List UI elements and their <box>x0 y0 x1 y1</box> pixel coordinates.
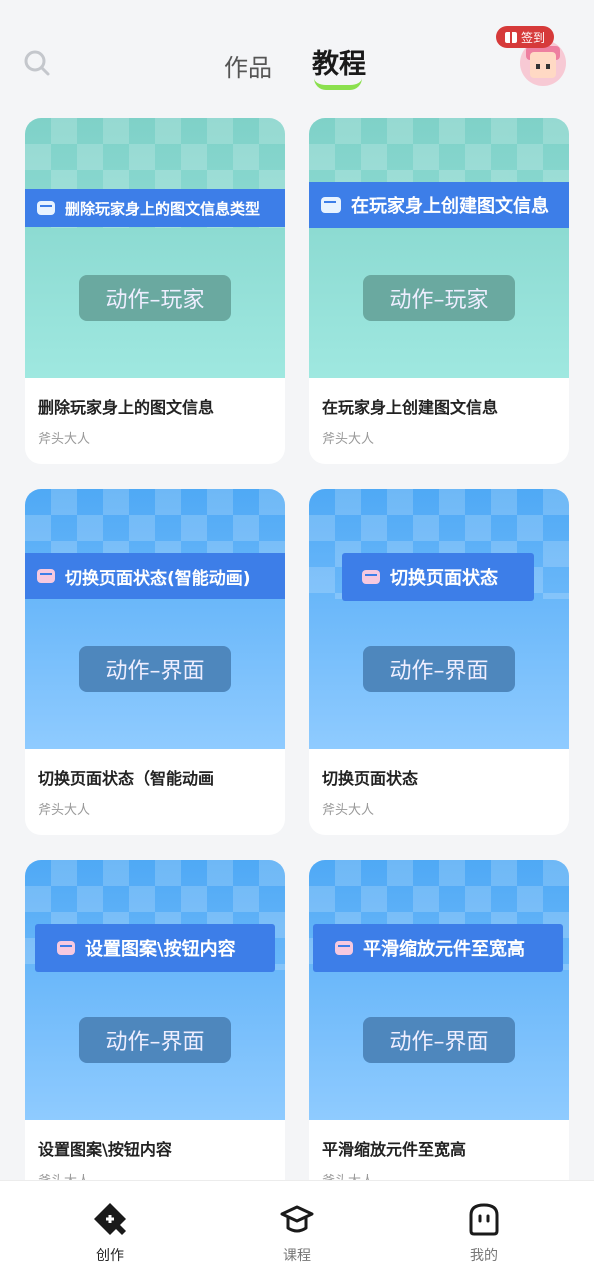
tab-tutorial[interactable]: 教程 <box>312 42 366 81</box>
card-banner: 在玩家身上创建图文信息 <box>309 182 569 228</box>
card-banner-text: 设置图案\按钮内容 <box>85 939 236 960</box>
tutorial-card[interactable]: 设置图案\按钮内容 动作–界面 设置图案\按钮内容 斧头大人 <box>25 860 285 1180</box>
active-tab-indicator <box>314 78 362 90</box>
card-thumbnail: 切换页面状态 动作–界面 <box>309 489 569 749</box>
tutorial-card[interactable]: 删除玩家身上的图文信息类型 动作–玩家 删除玩家身上的图文信息 斧头大人 <box>25 118 285 464</box>
card-banner-text: 切换页面状态(智能动画) <box>65 568 251 589</box>
card-author: 斧头大人 <box>38 1170 90 1180</box>
tutorial-card[interactable]: 平滑缩放元件至宽高 动作–界面 平滑缩放元件至宽高 斧头大人 <box>309 860 569 1180</box>
window-icon <box>362 570 380 584</box>
nav-item-profile[interactable]: 我的 <box>434 1181 534 1280</box>
card-thumbnail: 删除玩家身上的图文信息类型 动作–玩家 <box>25 118 285 378</box>
window-icon <box>335 941 353 955</box>
tutorial-card[interactable]: 在玩家身上创建图文信息 动作–玩家 在玩家身上创建图文信息 斧头大人 <box>309 118 569 464</box>
card-title: 切换页面状态（智能动画 <box>38 769 215 788</box>
card-thumbnail: 平滑缩放元件至宽高 动作–界面 <box>309 860 569 1120</box>
nav-label: 创作 <box>96 1248 124 1264</box>
create-icon <box>92 1201 128 1237</box>
card-banner-text: 切换页面状态 <box>390 568 498 589</box>
category-tag: 动作–玩家 <box>79 275 231 321</box>
card-banner: 删除玩家身上的图文信息类型 <box>25 189 285 227</box>
checkin-button[interactable]: 签到 <box>496 26 554 48</box>
category-tag: 动作–界面 <box>363 1017 515 1063</box>
category-tag: 动作–界面 <box>79 1017 231 1063</box>
card-author: 斧头大人 <box>322 1170 374 1180</box>
card-banner-text: 平滑缩放元件至宽高 <box>363 939 525 960</box>
chat-icon <box>37 201 55 215</box>
card-title: 切换页面状态 <box>322 769 419 788</box>
card-author: 斧头大人 <box>322 432 375 447</box>
card-thumbnail: 切换页面状态(智能动画) 动作–界面 <box>25 489 285 749</box>
card-thumbnail: 在玩家身上创建图文信息 动作–玩家 <box>309 118 569 378</box>
window-icon <box>37 569 55 583</box>
card-banner: 设置图案\按钮内容 <box>35 924 275 972</box>
card-thumbnail: 设置图案\按钮内容 动作–界面 <box>25 860 285 1120</box>
card-banner: 切换页面状态(智能动画) <box>25 553 285 599</box>
card-author: 斧头大人 <box>322 803 375 818</box>
card-title: 设置图案\按钮内容 <box>38 1140 172 1159</box>
nav-item-create[interactable]: 创作 <box>60 1181 160 1280</box>
card-banner: 平滑缩放元件至宽高 <box>313 924 563 972</box>
course-icon <box>279 1201 315 1237</box>
card-author: 斧头大人 <box>38 803 91 818</box>
category-tag: 动作–玩家 <box>363 275 515 321</box>
checkin-label: 签到 <box>520 30 545 45</box>
tutorial-grid: 删除玩家身上的图文信息类型 动作–玩家 删除玩家身上的图文信息 斧头大人 在玩家… <box>0 0 594 1180</box>
tutorial-card[interactable]: 切换页面状态(智能动画) 动作–界面 切换页面状态（智能动画 斧头大人 <box>25 489 285 835</box>
card-banner-text: 在玩家身上创建图文信息 <box>351 196 549 217</box>
top-header: 作品 教程 签到 <box>0 0 594 110</box>
tab-works[interactable]: 作品 <box>224 48 272 83</box>
category-tag: 动作–界面 <box>79 646 231 692</box>
profile-icon <box>466 1201 502 1237</box>
bottom-nav: 创作 课程 我的 <box>0 1180 594 1280</box>
chat-icon <box>321 197 341 213</box>
card-title: 在玩家身上创建图文信息 <box>322 398 499 417</box>
nav-item-course[interactable]: 课程 <box>247 1181 347 1280</box>
tutorial-card[interactable]: 切换页面状态 动作–界面 切换页面状态 斧头大人 <box>309 489 569 835</box>
card-title: 删除玩家身上的图文信息 <box>38 398 215 417</box>
nav-label: 课程 <box>283 1248 311 1264</box>
tab-bar: 作品 教程 <box>0 42 594 92</box>
card-banner: 切换页面状态 <box>342 553 534 601</box>
card-banner-text: 删除玩家身上的图文信息类型 <box>65 199 261 218</box>
card-title: 平滑缩放元件至宽高 <box>322 1140 467 1159</box>
gift-icon <box>504 31 517 43</box>
category-tag: 动作–界面 <box>363 646 515 692</box>
card-author: 斧头大人 <box>38 432 91 447</box>
window-icon <box>57 941 75 955</box>
nav-label: 我的 <box>470 1248 498 1264</box>
